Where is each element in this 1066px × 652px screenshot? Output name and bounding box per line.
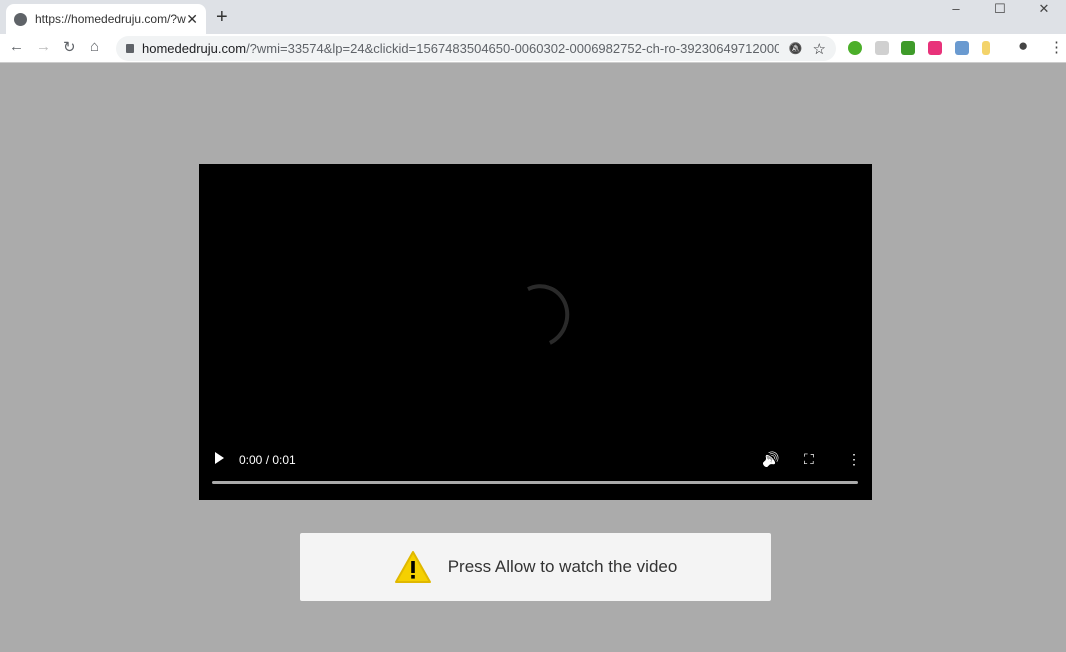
video-time: 0:00 / 0:01 xyxy=(239,453,296,467)
video-progress-bar[interactable] xyxy=(212,481,858,484)
close-window-button[interactable]: ✕ xyxy=(1022,0,1066,20)
tab-title: https://homededruju.com/?wmi= xyxy=(35,12,186,26)
notifications-blocked-icon[interactable]: 🔕 xyxy=(789,42,803,55)
loading-spinner xyxy=(499,275,579,357)
allow-notice: Press Allow to watch the video xyxy=(300,533,771,601)
bookmark-star-icon[interactable]: ☆ xyxy=(813,40,826,58)
video-controls: 0:00 / 0:01 🔊 ⛶ ⋮ xyxy=(199,450,872,470)
profile-icon[interactable]: ● xyxy=(1018,36,1028,56)
volume-icon[interactable]: 🔊 xyxy=(762,451,779,468)
url-path: /?wmi=33574&lp=24&clickid=1567483504650-… xyxy=(246,41,779,56)
lock-icon xyxy=(126,44,134,53)
fullscreen-icon[interactable]: ⛶ xyxy=(804,451,814,468)
url-host: homededruju.com xyxy=(142,41,247,56)
new-tab-button[interactable]: + xyxy=(216,6,228,29)
globe-icon xyxy=(14,12,27,26)
browser-toolbar: ← → ↻ ⌂ homededruju.com/?wmi=33574&lp=24… xyxy=(0,34,1066,63)
extension-key-icon[interactable] xyxy=(982,41,990,55)
address-bar[interactable]: homededruju.com/?wmi=33574&lp=24&clickid… xyxy=(116,36,836,61)
maximize-button[interactable]: ☐ xyxy=(978,0,1022,20)
tab-active[interactable]: https://homededruju.com/?wmi= ✕ xyxy=(6,4,206,34)
extension-pink-icon[interactable] xyxy=(928,41,942,55)
video-player[interactable]: 0:00 / 0:01 🔊 ⛶ ⋮ xyxy=(199,164,872,500)
tab-close-button[interactable]: ✕ xyxy=(186,11,198,28)
tab-strip: https://homededruju.com/?wmi= ✕ + – ☐ ✕ xyxy=(0,0,1066,34)
warning-icon xyxy=(394,551,431,583)
extension-robot-icon[interactable] xyxy=(875,41,889,55)
forward-button[interactable]: → xyxy=(36,38,51,55)
play-icon[interactable] xyxy=(215,452,224,464)
extension-green-box-icon[interactable] xyxy=(901,41,915,55)
back-button[interactable]: ← xyxy=(9,38,24,55)
extension-green-icon[interactable] xyxy=(848,41,862,55)
minimize-button[interactable]: – xyxy=(934,0,978,20)
home-button[interactable]: ⌂ xyxy=(90,38,99,55)
more-options-icon[interactable]: ⋮ xyxy=(847,451,861,468)
menu-icon[interactable]: ⋮ xyxy=(1049,38,1064,56)
reload-button[interactable]: ↻ xyxy=(63,38,76,56)
notice-text: Press Allow to watch the video xyxy=(447,557,678,576)
extension-blue-icon[interactable] xyxy=(955,41,969,55)
